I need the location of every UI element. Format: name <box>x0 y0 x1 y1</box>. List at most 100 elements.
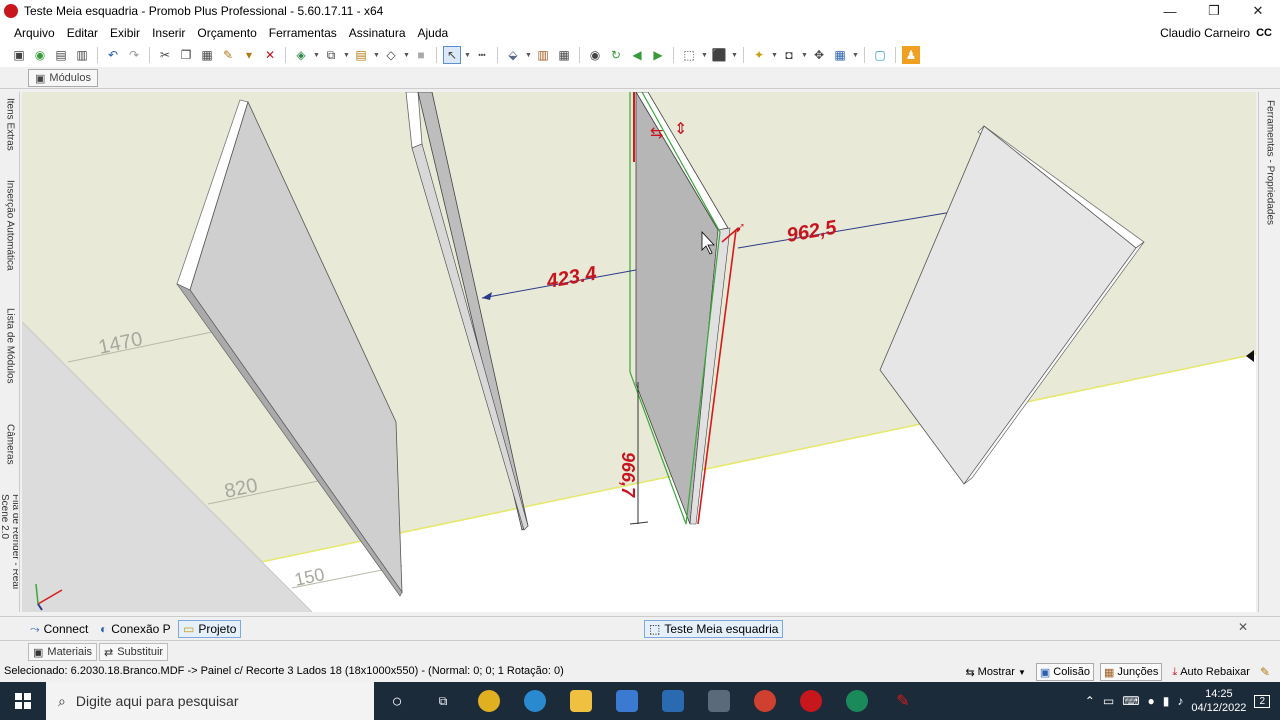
chrome-app-2[interactable] <box>742 682 788 720</box>
redo-icon[interactable]: ↷ <box>125 46 143 64</box>
modulos-tab[interactable]: ▣ Módulos <box>28 69 98 87</box>
start-button[interactable] <box>0 682 46 720</box>
panel-fila-de-render[interactable]: Fila de Render - Real Scene 2.0 <box>2 494 18 610</box>
move-handle-icon[interactable]: ⇆ <box>650 123 663 142</box>
mic-icon[interactable]: ● <box>1148 694 1155 708</box>
network-icon[interactable]: ▭ <box>1103 694 1114 708</box>
panel-ferramentas-propriedades[interactable]: Ferramentas - Propriedades <box>1262 100 1278 260</box>
camera-icon[interactable]: ◘ <box>780 46 798 64</box>
menu-editar[interactable]: Editar <box>61 26 104 40</box>
measure-icon[interactable]: ┅ <box>473 46 491 64</box>
select-cursor-icon[interactable]: ↖ <box>443 46 461 64</box>
menu-inserir[interactable]: Inserir <box>146 26 191 40</box>
rotate-icon[interactable]: ↻ <box>607 46 625 64</box>
eye-icon[interactable]: ◉ <box>586 46 604 64</box>
auto-rebaixar-toggle[interactable]: ⤓ Auto Rebaixar <box>1168 663 1254 681</box>
chevron-down-icon[interactable]: ▼ <box>313 52 320 59</box>
edge-app[interactable] <box>512 682 558 720</box>
chevron-down-icon[interactable]: ▼ <box>852 52 859 59</box>
minimize-button[interactable]: — <box>1148 0 1192 22</box>
panel-itens-extras[interactable]: Itens Extras <box>2 98 18 178</box>
3d-viewport[interactable]: 1470 820 150 ⇆ ⇕ ➹ 962,5 423.4 966,7 <box>22 92 1256 612</box>
menu-arquivo[interactable]: Arquivo <box>8 26 61 40</box>
layout-icon[interactable]: ▦ <box>831 46 849 64</box>
task-view-button[interactable]: ⧉ <box>420 682 466 720</box>
tab-projeto[interactable]: ▭ Projeto <box>178 620 242 638</box>
user-area[interactable]: Claudio Carneiro CC <box>1160 22 1272 44</box>
mostrar-dropdown[interactable]: ⇆ Mostrar ▼ <box>961 663 1029 681</box>
layers-icon[interactable]: ◈ <box>292 46 310 64</box>
chevron-down-icon[interactable]: ▼ <box>801 52 808 59</box>
panel-lista-de-modulos[interactable]: Lista de Módulos <box>2 308 18 418</box>
restore-button[interactable]: ❐ <box>1192 0 1236 22</box>
chevron-down-icon[interactable]: ▼ <box>373 52 380 59</box>
close-panel-icon[interactable]: ✕ <box>1238 620 1248 634</box>
promob-app[interactable] <box>788 682 834 720</box>
juncoes-toggle[interactable]: ▦ Junções <box>1099 663 1163 681</box>
wall-icon[interactable]: ▥ <box>534 46 552 64</box>
copy-icon[interactable]: ❐ <box>177 46 195 64</box>
group-icon[interactable]: ⧉ <box>322 46 340 64</box>
panel-insercao-automatica[interactable]: Inserção Automática <box>2 180 18 302</box>
panel-cameras[interactable]: Câmeras <box>2 424 18 486</box>
chevron-down-icon[interactable]: ▼ <box>701 52 708 59</box>
paste-icon[interactable]: ▦ <box>198 46 216 64</box>
close-button[interactable]: ✕ <box>1236 0 1280 22</box>
volume-icon[interactable]: ♪ <box>1177 694 1183 708</box>
calculator-app[interactable] <box>696 682 742 720</box>
block-icon[interactable]: ■ <box>412 46 430 64</box>
explorer-app[interactable] <box>558 682 604 720</box>
menu-assinatura[interactable]: Assinatura <box>343 26 412 40</box>
shape-icon[interactable]: ◇ <box>382 46 400 64</box>
material-icon[interactable]: ⬙ <box>504 46 522 64</box>
dimension-height[interactable]: 966,7 <box>618 452 638 498</box>
render-icon[interactable]: ◉ <box>31 46 49 64</box>
chevron-down-icon[interactable]: ▼ <box>731 52 738 59</box>
battery-icon[interactable]: ▮ <box>1163 694 1170 708</box>
arrow-left-icon[interactable]: ◀ <box>628 46 646 64</box>
pdf-app[interactable]: ✎ <box>880 682 926 720</box>
chat-icon[interactable]: ▢ <box>871 46 889 64</box>
brush-icon[interactable]: ✎ <box>219 46 237 64</box>
resize-handle-icon[interactable]: ⇕ <box>674 119 687 138</box>
scene-canvas[interactable]: 1470 820 150 ⇆ ⇕ ➹ 962,5 423.4 966,7 <box>22 92 1256 612</box>
chrome-app[interactable] <box>466 682 512 720</box>
mail-app[interactable] <box>650 682 696 720</box>
arrow-right-icon[interactable]: ▶ <box>649 46 667 64</box>
undo-icon[interactable]: ↶ <box>104 46 122 64</box>
tab-materiais[interactable]: ▣ Materiais <box>28 643 98 661</box>
green-app[interactable] <box>834 682 880 720</box>
cortana-button[interactable]: ○ <box>374 682 420 720</box>
chevron-down-icon[interactable]: ▼ <box>525 52 532 59</box>
keyboard-icon[interactable]: ⌨ <box>1122 694 1139 708</box>
notifications-icon[interactable]: 2 <box>1254 694 1270 708</box>
tab-connect[interactable]: ⤳ Connect <box>26 620 92 638</box>
print-preview-icon[interactable]: ▤ <box>52 46 70 64</box>
clear-icon[interactable]: ▾ <box>240 46 258 64</box>
tab-substituir[interactable]: ⇄ Substituir <box>99 643 169 661</box>
user-icon[interactable]: ♟ <box>902 46 920 64</box>
chevron-down-icon[interactable]: ▼ <box>403 52 410 59</box>
grid-icon[interactable]: ▦ <box>555 46 573 64</box>
menu-orcamento[interactable]: Orçamento <box>191 26 262 40</box>
light-icon[interactable]: ✦ <box>750 46 768 64</box>
menu-ajuda[interactable]: Ajuda <box>412 26 455 40</box>
clock[interactable]: 14:25 04/12/2022 <box>1191 687 1246 715</box>
box-icon[interactable]: ⬛ <box>710 46 728 64</box>
tab-scene[interactable]: ⬚ Teste Meia esquadria <box>644 620 784 638</box>
chevron-down-icon[interactable]: ▼ <box>771 52 778 59</box>
store-app[interactable] <box>604 682 650 720</box>
rotate-handle-icon[interactable]: ➹ <box>734 220 746 236</box>
move-icon[interactable]: ✥ <box>810 46 828 64</box>
align-icon[interactable]: ▤ <box>352 46 370 64</box>
save-icon[interactable]: ▣ <box>10 46 28 64</box>
chevron-up-icon[interactable]: ⌃ <box>1085 694 1095 708</box>
colisao-toggle[interactable]: ▣ Colisão <box>1035 663 1094 681</box>
cut-icon[interactable]: ✂ <box>156 46 174 64</box>
view-icon[interactable]: ⬚ <box>680 46 698 64</box>
tab-conexao[interactable]: ◐ Conexão P <box>96 620 175 638</box>
print-icon[interactable]: ▥ <box>73 46 91 64</box>
menu-exibir[interactable]: Exibir <box>104 26 146 40</box>
brush-icon[interactable]: ✎ <box>1260 665 1270 679</box>
taskbar-search[interactable]: ⌕ Digite aqui para pesquisar <box>46 682 374 720</box>
